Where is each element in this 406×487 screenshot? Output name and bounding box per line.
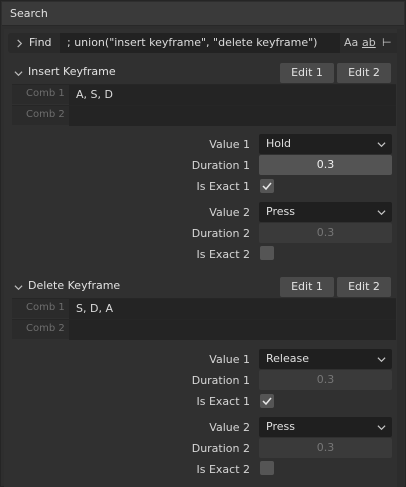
find-label: Find (29, 36, 52, 49)
is-exact-2-checkbox[interactable] (260, 246, 274, 260)
chevron-down-icon[interactable] (12, 280, 24, 294)
edit-1-button[interactable]: Edit 1 (280, 277, 334, 297)
is-exact-2-checkbox[interactable] (260, 461, 274, 475)
chevron-down-icon (377, 210, 386, 216)
section-title: Delete Keyframe (28, 279, 121, 292)
value-1-dropdown[interactable]: Hold (259, 134, 392, 154)
comb-1-row: Comb 1 S, D, A (12, 298, 396, 319)
is-exact-2-label: Is Exact 2 (196, 463, 250, 476)
edit-2-button[interactable]: Edit 2 (337, 63, 391, 83)
is-exact-1-checkbox[interactable] (260, 394, 274, 408)
find-input[interactable]: ; union("insert keyframe", "delete keyfr… (60, 33, 340, 53)
scrollbar[interactable] (397, 29, 404, 487)
duration-1-field[interactable]: 0.3 (259, 155, 392, 175)
comb-1-row: Comb 1 A, S, D (12, 84, 396, 105)
section-delete-keyframe: Delete Keyframe Edit 1 Edit 2 (4, 276, 404, 297)
value-1-selected: Release (266, 352, 309, 365)
find-row: Find ; union("insert keyframe", "delete … (8, 33, 399, 53)
is-exact-1-label: Is Exact 1 (196, 180, 250, 193)
duration-1-label: Duration 1 (191, 159, 250, 172)
comb-1-value[interactable]: S, D, A (69, 299, 396, 319)
comb-2-row: Comb 2 (12, 105, 396, 126)
comb-2-value[interactable] (69, 106, 396, 126)
section-title: Insert Keyframe (28, 65, 116, 78)
search-content: Find ; union("insert keyframe", "delete … (4, 29, 404, 487)
value-1-label: Value 1 (209, 138, 250, 151)
section-insert-keyframe: Insert Keyframe Edit 1 Edit 2 (4, 62, 404, 83)
checkmark-icon (262, 182, 272, 191)
chevron-down-icon (377, 425, 386, 431)
value-1-dropdown[interactable]: Release (259, 349, 392, 369)
checkmark-icon (262, 397, 272, 406)
comb-2-value[interactable] (69, 320, 396, 340)
chevron-down-icon[interactable] (12, 66, 24, 80)
value-2-selected: Press (266, 420, 295, 433)
comb-2-row: Comb 2 (12, 319, 396, 340)
match-word-toggle[interactable]: ab (362, 35, 376, 51)
value-2-label: Value 2 (209, 421, 250, 434)
regex-toggle[interactable]: ⊢ (382, 35, 392, 51)
duration-1-label: Duration 1 (191, 374, 250, 387)
value-2-selected: Press (266, 205, 295, 218)
chevron-down-icon (377, 142, 386, 148)
duration-2-label: Duration 2 (191, 442, 250, 455)
edit-2-button[interactable]: Edit 2 (337, 277, 391, 297)
value-2-dropdown[interactable]: Press (259, 202, 392, 222)
duration-2-field: 0.3 (259, 438, 392, 458)
value-1-label: Value 1 (209, 353, 250, 366)
comb-1-label: Comb 1 (26, 88, 65, 99)
chevron-right-icon[interactable] (13, 36, 25, 50)
panel-header: Search (2, 2, 404, 26)
value-2-dropdown[interactable]: Press (259, 417, 392, 437)
duration-2-field: 0.3 (259, 223, 392, 243)
is-exact-2-label: Is Exact 2 (196, 248, 250, 261)
value-2-label: Value 2 (209, 206, 250, 219)
comb-1-value[interactable]: A, S, D (69, 85, 396, 105)
is-exact-1-checkbox[interactable] (260, 179, 274, 193)
panel-title: Search (10, 7, 48, 20)
comb-1-label: Comb 1 (26, 302, 65, 313)
duration-2-label: Duration 2 (191, 227, 250, 240)
is-exact-1-label: Is Exact 1 (196, 395, 250, 408)
search-panel: Search Find ; union("insert keyframe", "… (0, 0, 406, 487)
match-case-toggle[interactable]: Aa (344, 35, 358, 51)
chevron-down-icon (377, 357, 386, 363)
value-1-selected: Hold (266, 137, 292, 150)
comb-2-label: Comb 2 (26, 109, 65, 120)
comb-2-label: Comb 2 (26, 323, 65, 334)
edit-1-button[interactable]: Edit 1 (280, 63, 334, 83)
duration-1-field: 0.3 (259, 370, 392, 390)
